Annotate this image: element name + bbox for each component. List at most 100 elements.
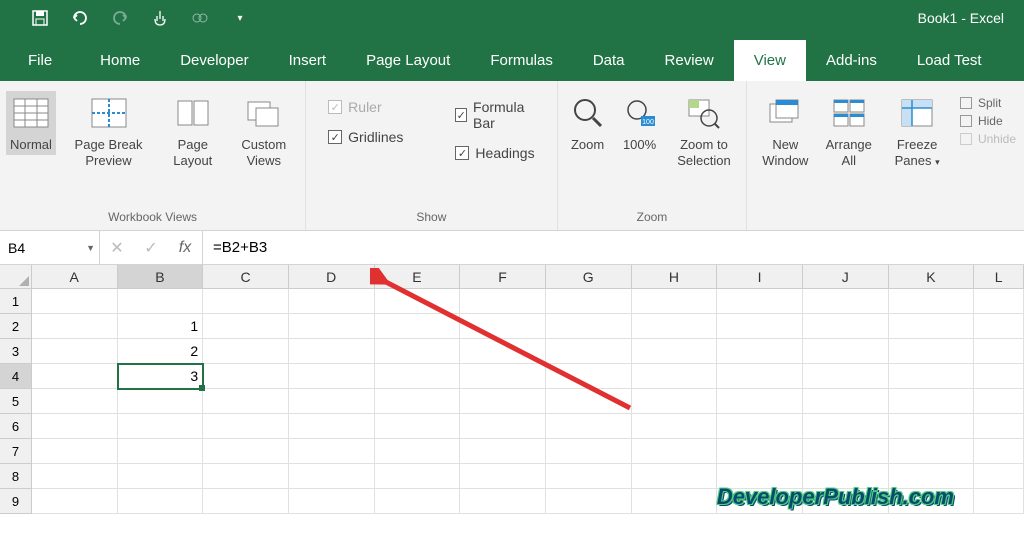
arrange-all-button[interactable]: Arrange All — [821, 91, 876, 170]
cell[interactable] — [203, 314, 289, 339]
col-header[interactable]: F — [460, 265, 546, 289]
cell[interactable] — [118, 389, 204, 414]
zoom-100-button[interactable]: 100 100% — [616, 91, 664, 155]
cell[interactable] — [546, 489, 632, 514]
cell[interactable] — [32, 489, 118, 514]
formula-enter-button[interactable]: ✓ — [134, 238, 168, 258]
cell[interactable] — [375, 389, 461, 414]
col-header[interactable]: G — [546, 265, 632, 289]
cell[interactable] — [632, 314, 718, 339]
new-window-button[interactable]: New Window — [753, 91, 817, 170]
cell[interactable] — [203, 464, 289, 489]
row-header[interactable]: 6 — [0, 414, 32, 439]
cell[interactable] — [375, 489, 461, 514]
zoom-button[interactable]: Zoom — [564, 91, 612, 155]
undo-button[interactable] — [60, 0, 100, 36]
cell[interactable] — [32, 289, 118, 314]
cell[interactable] — [974, 339, 1024, 364]
cell[interactable] — [717, 414, 803, 439]
col-header[interactable]: A — [32, 265, 118, 289]
headings-checkbox[interactable]: ✓Headings — [449, 141, 540, 165]
cell[interactable] — [632, 464, 718, 489]
cell[interactable] — [32, 439, 118, 464]
cell[interactable] — [803, 439, 889, 464]
row-header[interactable]: 7 — [0, 439, 32, 464]
cell[interactable] — [717, 289, 803, 314]
cell[interactable] — [717, 339, 803, 364]
tab-home[interactable]: Home — [80, 40, 160, 81]
page-break-preview-button[interactable]: Page Break Preview — [60, 91, 157, 170]
cell[interactable] — [889, 339, 975, 364]
save-button[interactable] — [20, 0, 60, 36]
zoom-to-selection-button[interactable]: Zoom to Selection — [668, 91, 741, 170]
cell[interactable] — [203, 439, 289, 464]
qat-customize-button[interactable]: ▾ — [220, 0, 260, 36]
cell[interactable] — [889, 289, 975, 314]
cell[interactable] — [717, 364, 803, 389]
cell[interactable] — [32, 389, 118, 414]
cell[interactable] — [546, 364, 632, 389]
gridlines-checkbox[interactable]: ✓Gridlines — [322, 125, 409, 149]
cell[interactable] — [546, 389, 632, 414]
cell[interactable] — [32, 364, 118, 389]
cell[interactable] — [460, 389, 546, 414]
row-header[interactable]: 8 — [0, 464, 32, 489]
col-header[interactable]: B — [118, 265, 204, 289]
cell[interactable] — [974, 414, 1024, 439]
tab-data[interactable]: Data — [573, 40, 645, 81]
cell[interactable] — [803, 314, 889, 339]
cell[interactable] — [375, 439, 461, 464]
cell[interactable] — [803, 289, 889, 314]
cell[interactable] — [889, 439, 975, 464]
cell[interactable] — [974, 389, 1024, 414]
col-header[interactable]: E — [375, 265, 461, 289]
row-header[interactable]: 1 — [0, 289, 32, 314]
cell[interactable] — [289, 414, 375, 439]
cell[interactable] — [375, 464, 461, 489]
tab-formulas[interactable]: Formulas — [470, 40, 573, 81]
cell[interactable] — [546, 439, 632, 464]
cell[interactable] — [375, 289, 461, 314]
cell[interactable] — [546, 339, 632, 364]
cell[interactable] — [289, 389, 375, 414]
cell[interactable] — [203, 414, 289, 439]
cell[interactable] — [632, 414, 718, 439]
chevron-down-icon[interactable]: ▼ — [86, 243, 95, 253]
cell[interactable] — [289, 489, 375, 514]
col-header[interactable]: J — [803, 265, 889, 289]
tab-view[interactable]: View — [734, 40, 806, 81]
col-header[interactable]: L — [974, 265, 1024, 289]
cell[interactable] — [460, 414, 546, 439]
cell[interactable] — [632, 439, 718, 464]
cell[interactable] — [32, 414, 118, 439]
cell[interactable] — [717, 389, 803, 414]
row-header[interactable]: 3 — [0, 339, 32, 364]
cell[interactable] — [460, 464, 546, 489]
cell[interactable] — [632, 339, 718, 364]
cell[interactable] — [289, 289, 375, 314]
cell[interactable] — [460, 489, 546, 514]
cell[interactable] — [889, 314, 975, 339]
cell[interactable] — [974, 289, 1024, 314]
cell[interactable] — [289, 339, 375, 364]
tab-review[interactable]: Review — [645, 40, 734, 81]
col-header[interactable]: K — [889, 265, 975, 289]
cell[interactable] — [375, 339, 461, 364]
cell[interactable] — [803, 339, 889, 364]
addin-button[interactable] — [180, 0, 220, 36]
cell[interactable] — [803, 364, 889, 389]
row-header[interactable]: 9 — [0, 489, 32, 514]
cell[interactable] — [717, 314, 803, 339]
cell[interactable] — [632, 389, 718, 414]
cell[interactable] — [974, 439, 1024, 464]
cell[interactable] — [889, 414, 975, 439]
cell[interactable] — [717, 439, 803, 464]
tab-insert[interactable]: Insert — [269, 40, 347, 81]
cell[interactable] — [974, 314, 1024, 339]
split-button[interactable]: Split — [958, 95, 1018, 111]
cell[interactable] — [632, 289, 718, 314]
cell[interactable] — [632, 364, 718, 389]
cell[interactable] — [632, 489, 718, 514]
tab-developer[interactable]: Developer — [160, 40, 268, 81]
touch-mode-button[interactable] — [140, 0, 180, 36]
